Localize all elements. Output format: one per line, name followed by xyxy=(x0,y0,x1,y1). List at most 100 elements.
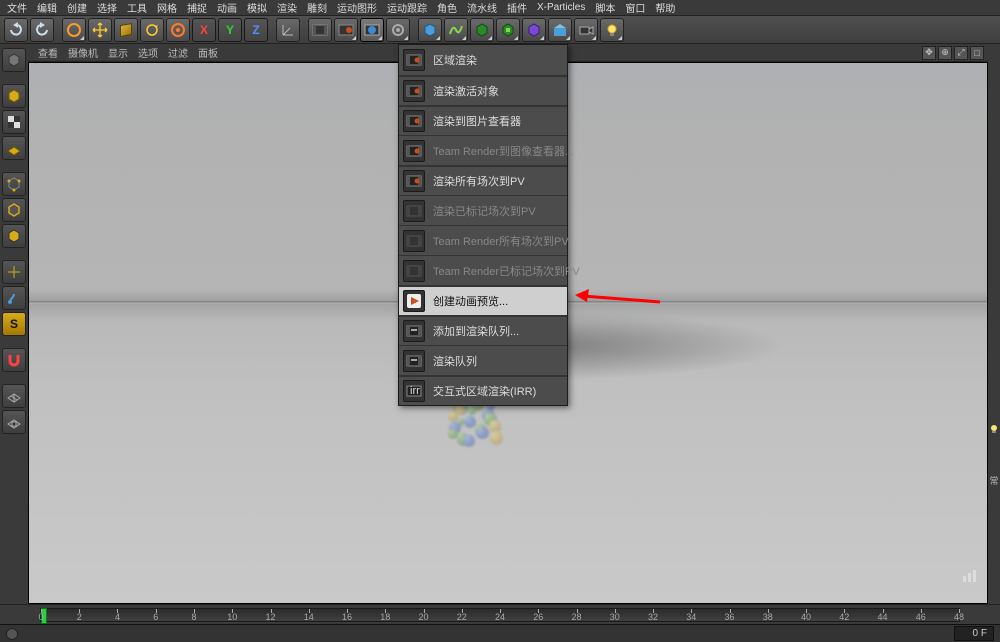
point-mode-button[interactable] xyxy=(2,172,26,196)
render-settings-button[interactable] xyxy=(360,18,384,42)
dropdown-item-icon xyxy=(403,49,425,71)
render-pv-button[interactable] xyxy=(334,18,358,42)
timeline-label: 4 xyxy=(115,612,120,622)
dropdown-item-label: 渲染已标记场次到PV xyxy=(433,203,536,219)
spline-button[interactable] xyxy=(444,18,468,42)
rotate-button[interactable] xyxy=(140,18,164,42)
dropdown-item-10[interactable]: 渲染队列 xyxy=(399,345,567,375)
move-button[interactable] xyxy=(88,18,112,42)
deformer-button[interactable] xyxy=(522,18,546,42)
light-button[interactable] xyxy=(600,18,624,42)
generator2-button[interactable] xyxy=(496,18,520,42)
menu-7[interactable]: 动画 xyxy=(214,0,240,15)
menu-13[interactable]: 角色 xyxy=(434,0,460,15)
timeline-label: 10 xyxy=(227,612,237,622)
dropdown-item-2[interactable]: 渲染到图片查看器 xyxy=(399,105,567,135)
vp-ctrl-3[interactable]: ⤢ xyxy=(954,46,968,60)
workplane-button[interactable] xyxy=(2,384,26,408)
dropdown-item-label: 渲染所有场次到PV xyxy=(433,173,525,189)
edge-mode-button[interactable] xyxy=(2,198,26,222)
axis-x-toggle[interactable]: X xyxy=(192,18,216,42)
coord-system-button[interactable] xyxy=(276,18,300,42)
menu-6[interactable]: 捕捉 xyxy=(184,0,210,15)
texture-mode-button[interactable] xyxy=(2,110,26,134)
dropdown-item-label: Team Render到图像查看器... xyxy=(433,143,574,159)
menu-0[interactable]: 文件 xyxy=(4,0,30,15)
status-frame-field[interactable]: 0 F xyxy=(954,626,994,641)
dropdown-item-11[interactable]: irr 交互式区域渲染(IRR) xyxy=(399,375,567,405)
undo-button[interactable] xyxy=(4,18,28,42)
render-gear-button[interactable] xyxy=(386,18,410,42)
menu-1[interactable]: 编辑 xyxy=(34,0,60,15)
axis-y-toggle[interactable]: Y xyxy=(218,18,242,42)
snap-toggle-button[interactable]: S xyxy=(2,312,26,336)
dropdown-item-7[interactable]: Team Render已标记场次到PV xyxy=(399,255,567,285)
make-editable-button[interactable] xyxy=(2,48,26,72)
dropdown-item-0[interactable]: 区域渲染 xyxy=(399,45,567,75)
right-rail-label: 常 xyxy=(989,474,998,487)
dropdown-item-6[interactable]: Team Render所有场次到PV xyxy=(399,225,567,255)
timeline-label: 36 xyxy=(724,612,734,622)
dropdown-item-icon xyxy=(403,170,425,192)
menu-11[interactable]: 运动图形 xyxy=(334,0,380,15)
vp-menu-filter[interactable]: 过滤 xyxy=(168,45,188,60)
last-tool-button[interactable] xyxy=(166,18,190,42)
vp-ctrl-2[interactable]: ⊕ xyxy=(938,46,952,60)
camera-button[interactable] xyxy=(574,18,598,42)
dropdown-item-icon xyxy=(403,260,425,282)
menu-5[interactable]: 网格 xyxy=(154,0,180,15)
tweak-mode-button[interactable] xyxy=(2,286,26,310)
dropdown-item-8[interactable]: 创建动画预览... xyxy=(399,285,567,315)
menu-4[interactable]: 工具 xyxy=(124,0,150,15)
dropdown-item-4[interactable]: 渲染所有场次到PV xyxy=(399,165,567,195)
menu-12[interactable]: 运动跟踪 xyxy=(384,0,430,15)
workplane-mode-button[interactable] xyxy=(2,136,26,160)
axis-mode-button[interactable] xyxy=(2,260,26,284)
vp-ctrl-4[interactable]: □ xyxy=(970,46,984,60)
menu-15[interactable]: 插件 xyxy=(504,0,530,15)
magnet-button[interactable] xyxy=(2,348,26,372)
vp-menu-camera[interactable]: 摄像机 xyxy=(68,45,98,60)
menu-17[interactable]: 脚本 xyxy=(592,0,618,15)
dropdown-item-icon xyxy=(403,290,425,312)
menu-19[interactable]: 帮助 xyxy=(652,0,678,15)
redo-button[interactable] xyxy=(30,18,54,42)
menu-14[interactable]: 流水线 xyxy=(464,0,500,15)
axis-z-toggle[interactable]: Z xyxy=(244,18,268,42)
dropdown-item-label: Team Render已标记场次到PV xyxy=(433,263,580,279)
vp-ctrl-1[interactable]: ✥ xyxy=(922,46,936,60)
dropdown-item-3[interactable]: Team Render到图像查看器... xyxy=(399,135,567,165)
vp-menu-options[interactable]: 选项 xyxy=(138,45,158,60)
timeline-label: 26 xyxy=(533,612,543,622)
environment-button[interactable] xyxy=(548,18,572,42)
timeline-label: 44 xyxy=(877,612,887,622)
primitive-button[interactable] xyxy=(418,18,442,42)
timeline[interactable]: 0246810121416182022242628303234363840424… xyxy=(0,604,1000,624)
dropdown-item-icon: irr xyxy=(403,380,425,402)
lock-workplane-button[interactable] xyxy=(2,410,26,434)
dropdown-item-icon xyxy=(403,350,425,372)
main-toolbar: X Y Z xyxy=(0,16,1000,44)
model-mode-button[interactable] xyxy=(2,84,26,108)
timeline-track[interactable]: 0246810121416182022242628303234363840424… xyxy=(40,608,960,622)
menu-10[interactable]: 雕刻 xyxy=(304,0,330,15)
menu-3[interactable]: 选择 xyxy=(94,0,120,15)
live-select-button[interactable] xyxy=(62,18,86,42)
menu-2[interactable]: 创建 xyxy=(64,0,90,15)
poly-mode-button[interactable] xyxy=(2,224,26,248)
dropdown-item-9[interactable]: 添加到渲染队列... xyxy=(399,315,567,345)
render-view-button[interactable] xyxy=(308,18,332,42)
vp-menu-panel[interactable]: 面板 xyxy=(198,45,218,60)
viewport-stats-icon xyxy=(963,570,976,582)
menu-9[interactable]: 渲染 xyxy=(274,0,300,15)
menu-16[interactable]: X-Particles xyxy=(534,2,588,13)
menu-18[interactable]: 窗口 xyxy=(622,0,648,15)
scale-button[interactable] xyxy=(114,18,138,42)
dropdown-item-5[interactable]: 渲染已标记场次到PV xyxy=(399,195,567,225)
dropdown-item-label: 交互式区域渲染(IRR) xyxy=(433,383,536,399)
generator-button[interactable] xyxy=(470,18,494,42)
dropdown-item-1[interactable]: 渲染激活对象 xyxy=(399,75,567,105)
vp-menu-view[interactable]: 查看 xyxy=(38,45,58,60)
menu-8[interactable]: 模拟 xyxy=(244,0,270,15)
vp-menu-display[interactable]: 显示 xyxy=(108,45,128,60)
